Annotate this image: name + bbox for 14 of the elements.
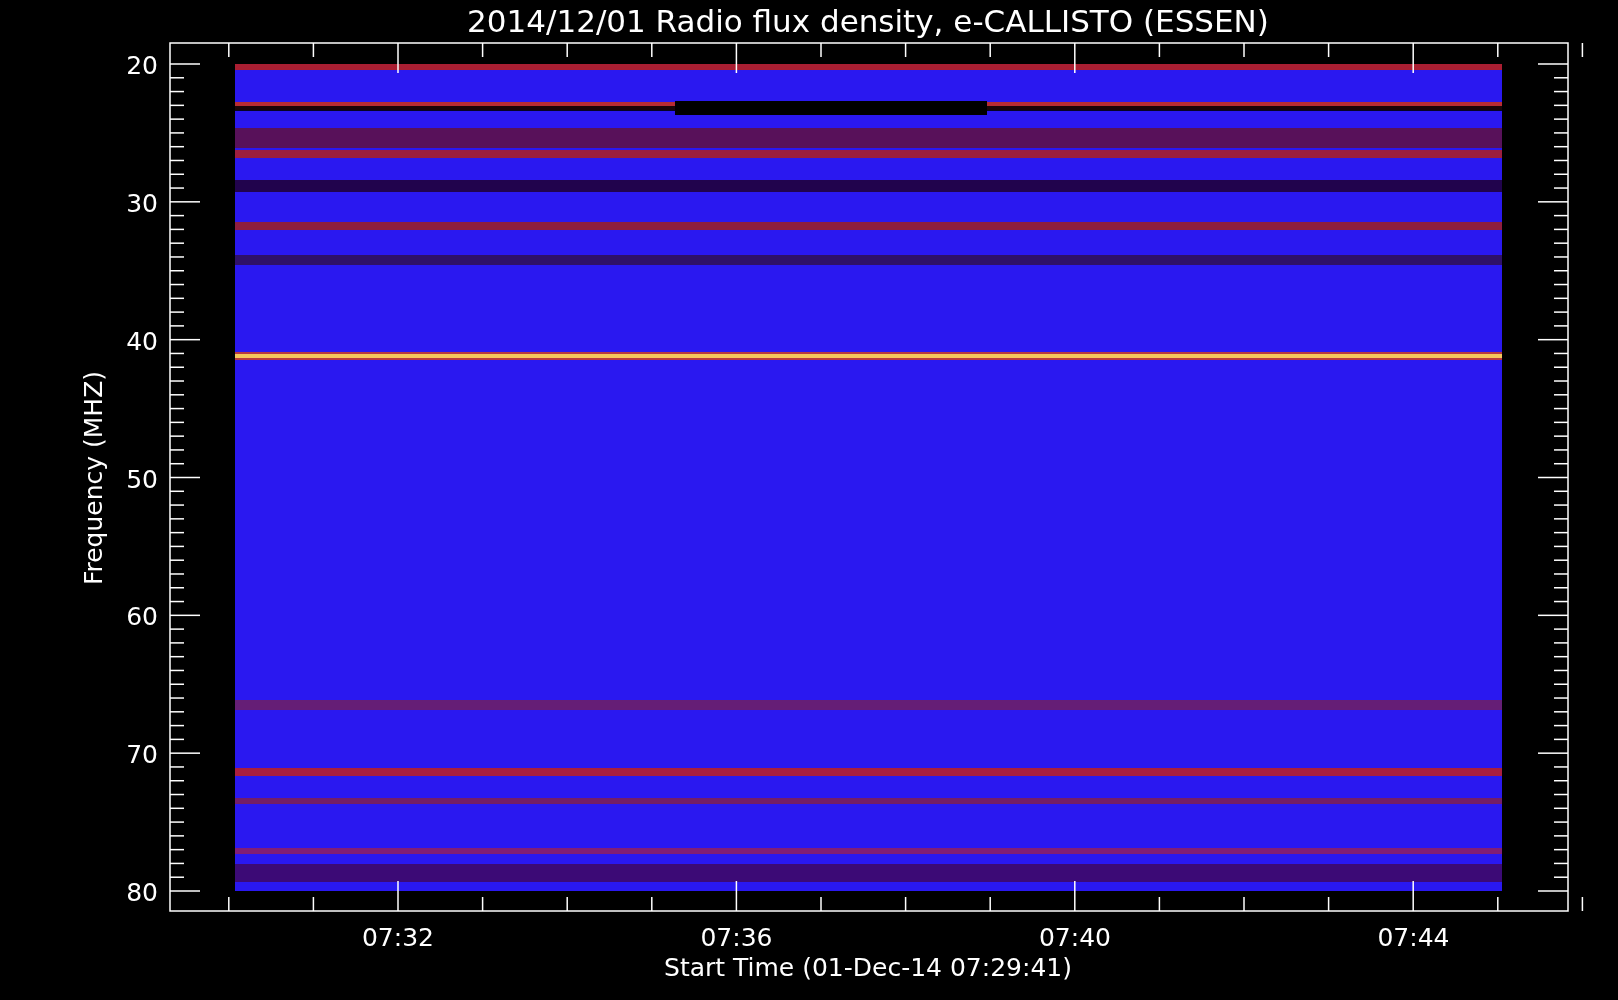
y-tick-label: 30 [126, 188, 158, 218]
chart-title: 2014/12/01 Radio flux density, e-CALLISTO (ESSEN) [467, 3, 1269, 39]
x-tick-label: 07:32 [362, 923, 434, 952]
x-tick-label: 07:40 [1039, 923, 1111, 952]
y-tick-label: 20 [126, 51, 158, 80]
y-tick-label: 80 [126, 878, 158, 907]
x-tick-label: 07:44 [1377, 923, 1450, 952]
y-tick-label: 70 [126, 740, 158, 770]
y-tick-label: 40 [126, 326, 158, 356]
y-tick-label: 60 [126, 602, 158, 632]
x-tick-label: 07:36 [700, 923, 773, 952]
x-axis-label: Start Time (01-Dec-14 07:29:41) [664, 953, 1072, 982]
y-tick-label: 50 [126, 464, 158, 494]
y-axis-label: Frequency (MHZ) [79, 370, 108, 586]
